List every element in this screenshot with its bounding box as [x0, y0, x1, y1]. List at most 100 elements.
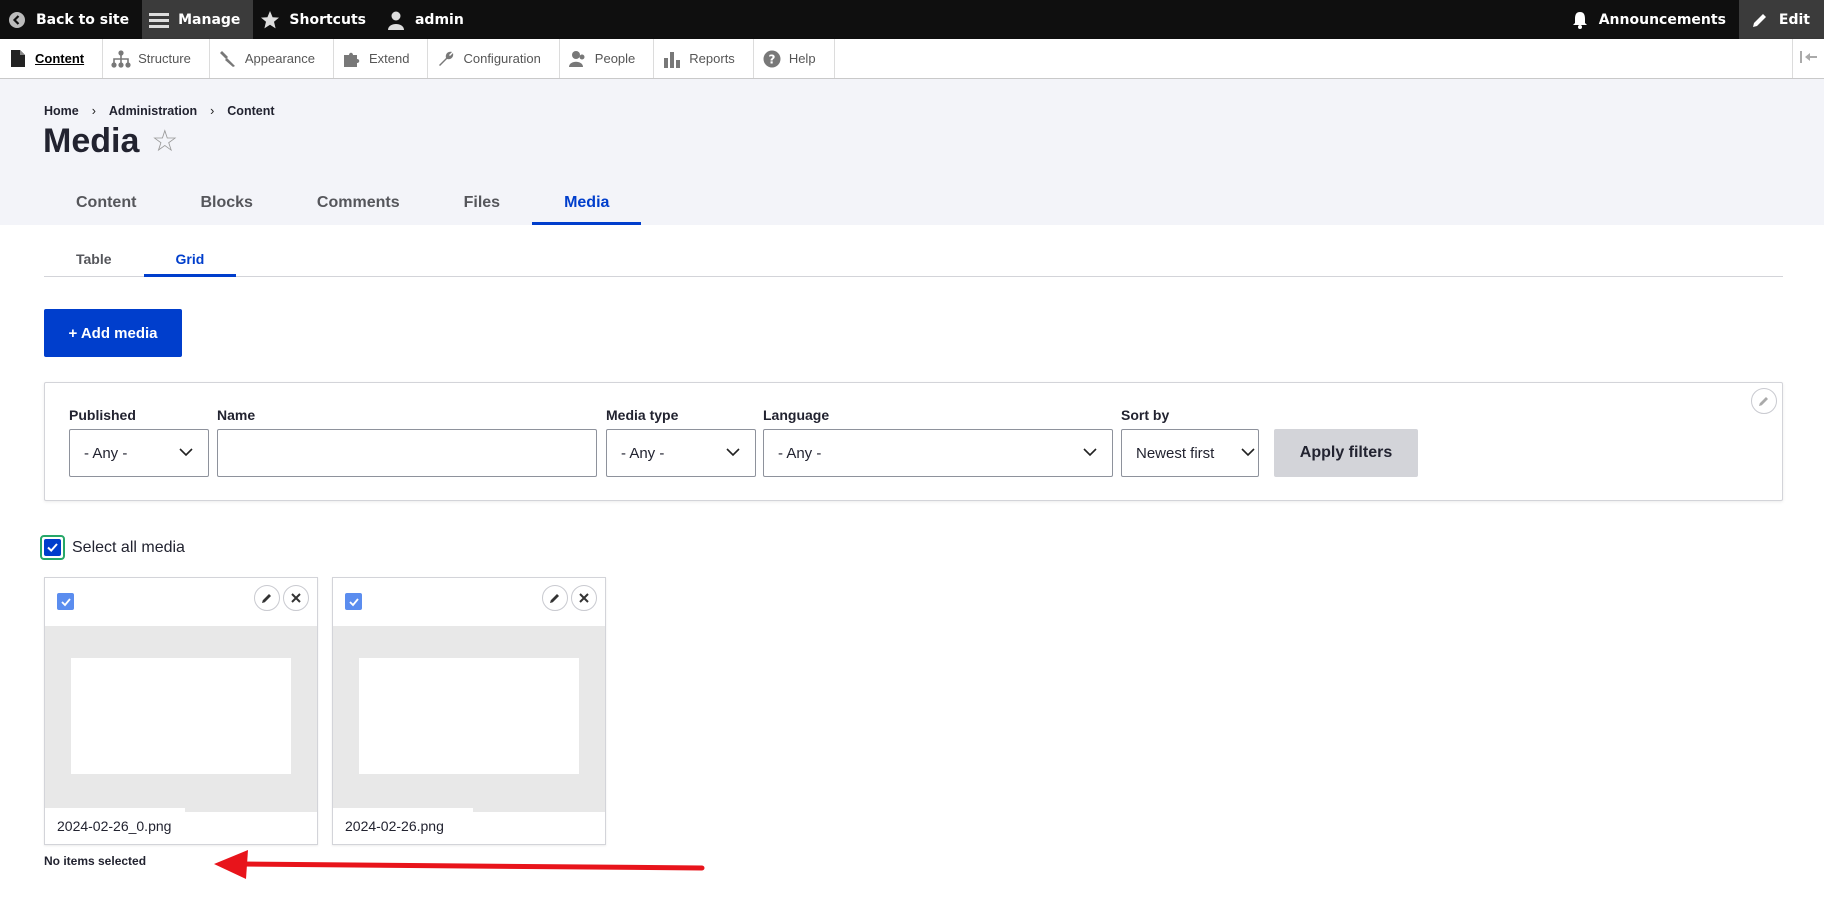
file-icon	[8, 49, 28, 69]
tray-item-label: Configuration	[463, 51, 541, 66]
announcements-label: Announcements	[1598, 11, 1726, 28]
toolbar-bar: Back to site Manage Shortcuts admin Anno…	[0, 0, 1824, 39]
tab-table[interactable]: Table	[44, 242, 144, 276]
media-thumbnail[interactable]	[333, 626, 605, 812]
breadcrumb: Home › Administration › Content	[44, 104, 275, 118]
puzzle-icon	[342, 49, 362, 69]
collapse-icon	[1799, 49, 1818, 68]
announcements-tab[interactable]: Announcements	[1563, 0, 1739, 39]
tray-item-structure[interactable]: Structure	[103, 39, 210, 78]
media-type-select[interactable]: - Any -	[606, 429, 756, 477]
edit-label: Edit	[1778, 11, 1810, 28]
name-input[interactable]	[217, 429, 597, 477]
tray-orientation-toggle[interactable]	[1792, 39, 1824, 78]
star-icon	[259, 9, 281, 31]
sort-by-label: Sort by	[1121, 407, 1170, 423]
language-select[interactable]: - Any -	[763, 429, 1113, 477]
breadcrumb-separator: ›	[210, 104, 215, 118]
tray-item-label: Content	[35, 51, 85, 66]
tray-item-help[interactable]: ? Help	[754, 39, 835, 78]
tab-media[interactable]: Media	[532, 180, 642, 225]
back-to-site-link[interactable]: Back to site	[0, 0, 142, 39]
media-item-checkbox[interactable]	[57, 593, 74, 610]
close-icon	[578, 589, 590, 608]
tray-item-configuration[interactable]: Configuration	[428, 39, 560, 78]
edit-media-button[interactable]	[542, 585, 568, 611]
sort-by-select[interactable]: Newest first	[1121, 429, 1259, 477]
tab-comments[interactable]: Comments	[285, 180, 432, 225]
edit-media-button[interactable]	[254, 585, 280, 611]
media-thumbnail[interactable]	[45, 626, 317, 812]
media-item-checkbox[interactable]	[345, 593, 362, 610]
tab-grid[interactable]: Grid	[143, 242, 237, 277]
manage-label: Manage	[178, 11, 241, 28]
add-media-button[interactable]: + Add media	[44, 309, 182, 357]
tray-item-reports[interactable]: Reports	[654, 39, 754, 78]
back-arrow-icon	[6, 9, 28, 31]
tray-item-content[interactable]: Content	[0, 39, 104, 78]
select-all-label[interactable]: Select all media	[72, 539, 185, 557]
tab-blocks[interactable]: Blocks	[168, 180, 284, 225]
chevron-down-icon	[725, 444, 741, 464]
breadcrumb-home[interactable]: Home	[44, 104, 79, 118]
published-select[interactable]: - Any -	[69, 429, 209, 477]
tab-files[interactable]: Files	[432, 180, 532, 225]
tray-item-extend[interactable]: Extend	[334, 39, 429, 78]
apply-filters-button[interactable]: Apply filters	[1274, 429, 1418, 477]
published-value: - Any -	[84, 444, 128, 462]
pencil-icon	[261, 589, 273, 608]
chevron-down-icon	[178, 444, 194, 464]
pencil-icon	[549, 589, 561, 608]
media-card: 2024-02-26.png	[332, 577, 606, 845]
bar-chart-icon	[662, 49, 682, 69]
manage-tab[interactable]: Manage	[142, 0, 254, 39]
tray-item-label: Appearance	[244, 51, 315, 66]
paintbrush-icon	[218, 49, 238, 69]
help-icon: ?	[762, 49, 782, 69]
language-value: - Any -	[778, 444, 822, 462]
breadcrumb-content[interactable]: Content	[227, 104, 274, 118]
thumbnail-caption-bar	[333, 808, 473, 812]
tab-content[interactable]: Content	[44, 180, 168, 225]
page-title: Media ☆	[43, 122, 178, 161]
tray-item-label: People	[594, 51, 636, 66]
chevron-down-icon	[1240, 444, 1256, 464]
hamburger-icon	[148, 9, 170, 31]
thumbnail-image	[71, 658, 291, 774]
edit-tab[interactable]: Edit	[1738, 0, 1824, 39]
delete-media-button[interactable]	[283, 585, 309, 611]
media-card: 2024-02-26_0.png	[44, 577, 318, 845]
pencil-icon	[1749, 9, 1771, 31]
media-type-value: - Any -	[621, 444, 665, 462]
close-icon	[290, 589, 302, 608]
shortcuts-tab[interactable]: Shortcuts	[253, 0, 379, 39]
configure-view-button[interactable]	[1751, 388, 1777, 414]
page-title-text: Media	[43, 122, 140, 160]
back-to-site-label: Back to site	[36, 11, 130, 28]
breadcrumb-administration[interactable]: Administration	[109, 104, 197, 118]
delete-media-button[interactable]	[571, 585, 597, 611]
wrench-icon	[436, 49, 456, 69]
shortcut-star-icon[interactable]: ☆	[151, 124, 178, 159]
user-tab[interactable]: admin	[379, 0, 477, 39]
primary-tabs: Content Blocks Comments Files Media	[44, 180, 642, 225]
secondary-tabs: Table Grid	[44, 242, 1783, 277]
tray-item-label: Structure	[138, 51, 191, 66]
sitemap-icon	[111, 49, 131, 69]
select-all-checkbox[interactable]	[40, 535, 65, 560]
shortcuts-label: Shortcuts	[289, 11, 366, 28]
admin-tray: Content Structure Appearance Extend Conf…	[0, 39, 1824, 79]
tray-item-people[interactable]: People	[560, 39, 655, 78]
tray-item-label: Help	[788, 51, 816, 66]
media-type-label: Media type	[606, 407, 679, 423]
exposed-filters: Published - Any - Name Media type - Any …	[44, 382, 1783, 501]
chevron-down-icon	[1082, 444, 1098, 464]
tray-item-appearance[interactable]: Appearance	[210, 39, 334, 78]
bell-icon	[1569, 9, 1591, 31]
thumbnail-caption-bar	[45, 808, 185, 812]
media-card-header	[45, 578, 317, 626]
annotation-arrow-icon	[214, 850, 705, 879]
name-label: Name	[217, 407, 256, 423]
media-card-header	[333, 578, 605, 626]
sort-by-value: Newest first	[1136, 444, 1215, 462]
